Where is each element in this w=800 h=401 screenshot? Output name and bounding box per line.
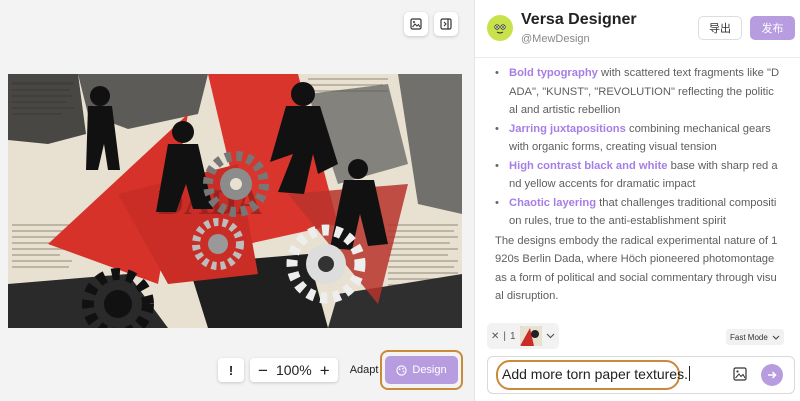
dada-collage-artwork[interactable]: DADA <box>8 74 462 328</box>
list-item: • Bold typography with scattered text fr… <box>495 64 780 120</box>
design-button-callout: Design <box>380 350 463 390</box>
attachment-thumbnail[interactable] <box>519 326 542 346</box>
image-upload-icon[interactable] <box>733 367 747 386</box>
message-paragraph: The designs embody the radical experimen… <box>495 234 778 303</box>
chevron-down-icon[interactable] <box>546 331 555 342</box>
design-button[interactable]: Design <box>385 356 458 384</box>
bullet-dot: • <box>495 67 499 79</box>
list-item: • Jarring juxtapositions combining mecha… <box>495 120 780 157</box>
panel-header: Versa Designer @MewDesign 导出 发布 <box>475 0 800 58</box>
image-icon[interactable] <box>404 12 428 36</box>
attachment-count: 1 <box>510 330 516 342</box>
collapse-panel-icon[interactable] <box>434 12 458 36</box>
list-item: • High contrast black and white base wit… <box>495 157 780 194</box>
remove-attachment-icon[interactable]: ✕ <box>491 331 499 342</box>
chevron-down-icon <box>772 335 780 340</box>
send-button[interactable] <box>761 364 783 386</box>
bullet-heading: High contrast black and white <box>509 159 668 172</box>
message-input[interactable]: Add more torn paper textures. <box>502 366 690 382</box>
assistant-message: • Bold typography with scattered text fr… <box>495 64 780 306</box>
zoom-group: − 100% + <box>250 358 338 382</box>
divider: | <box>503 330 506 342</box>
attachment-bar: ✕ | 1 <box>487 323 559 349</box>
zoom-controls: ! − 100% + Adapt <box>218 357 384 383</box>
zoom-in-button[interactable]: + <box>320 362 330 379</box>
palette-icon <box>396 364 408 376</box>
bullet-heading: Bold typography <box>509 67 598 79</box>
app-title: Versa Designer <box>521 11 637 28</box>
bullet-dot: • <box>495 196 499 209</box>
mode-label: Fast Mode <box>730 332 768 342</box>
publish-button[interactable]: 发布 <box>750 16 795 40</box>
bullet-heading: Chaotic layering <box>509 196 597 209</box>
zoom-out-button[interactable]: − <box>258 362 268 379</box>
canvas-area: DADA <box>0 0 474 401</box>
bullet-heading: Jarring juxtapositions <box>509 122 626 135</box>
zoom-level: 100% <box>275 362 312 378</box>
bullet-dot: • <box>495 122 499 135</box>
avatar <box>487 15 513 41</box>
chat-panel: Versa Designer @MewDesign 导出 发布 • Bold t… <box>474 0 800 401</box>
adapt-button[interactable]: Adapt <box>344 364 385 376</box>
list-item: • Chaotic layering that challenges tradi… <box>495 194 780 231</box>
bullet-dot: • <box>495 159 499 172</box>
message-composer[interactable]: Add more torn paper textures. <box>487 356 795 394</box>
arrow-right-icon <box>768 371 777 379</box>
alert-button[interactable]: ! <box>218 358 244 382</box>
user-handle: @MewDesign <box>521 33 590 45</box>
canvas-toolbar <box>404 12 458 36</box>
export-button[interactable]: 导出 <box>698 16 742 40</box>
design-button-label: Design <box>412 364 447 376</box>
mode-selector[interactable]: Fast Mode <box>726 329 784 345</box>
